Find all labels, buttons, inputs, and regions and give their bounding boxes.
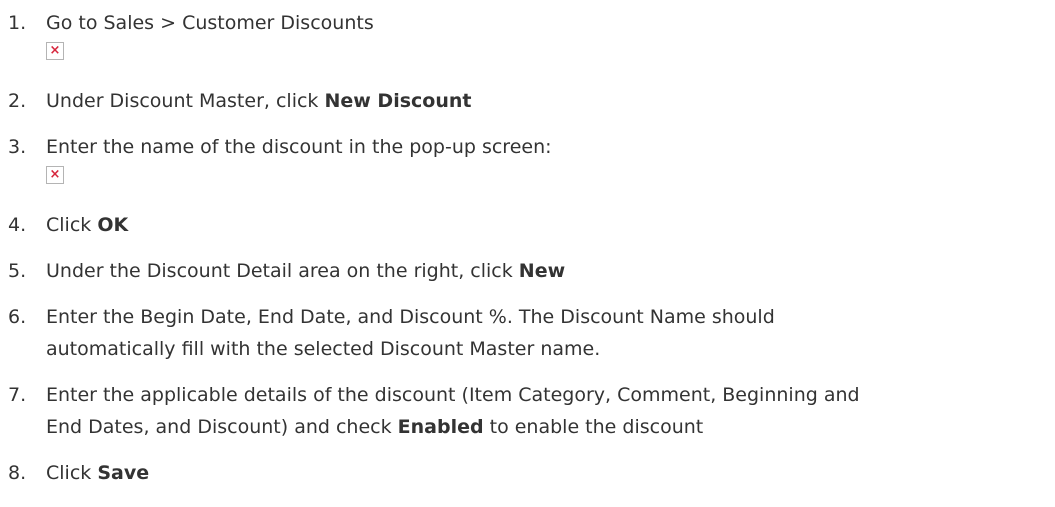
step-bold-text: Save [97,462,150,484]
step-text: to enable the discount [483,416,704,438]
step-number: 2. [8,90,27,112]
broken-image-icon: × [46,166,64,184]
step-number: 7. [8,384,27,406]
step-text: Enter the name of the discount in the po… [46,136,552,158]
step-text: End Dates, and Discount) and check [46,416,398,438]
step-text-line-2: automatically fill with the selected Dis… [46,338,601,360]
step-2: 2. Under Discount Master, click New Disc… [0,85,471,117]
step-5: 5. Under the Discount Detail area on the… [0,255,565,287]
step-8: 8. Click Save [0,457,149,489]
step-text: Under the Discount Detail area on the ri… [46,260,519,282]
step-bold-text: OK [97,214,129,236]
step-1: 1. Go to Sales > Customer Discounts × [0,7,374,71]
step-text: Go to Sales > Customer Discounts [46,12,374,34]
step-number: 4. [8,214,27,236]
step-4: 4. Click OK [0,209,128,241]
step-text: Under Discount Master, click [46,90,325,112]
step-number: 1. [8,12,27,34]
broken-image-icon: × [46,42,64,60]
step-text: Click [46,462,98,484]
step-3: 3. Enter the name of the discount in the… [0,131,552,195]
step-number: 8. [8,462,27,484]
step-text-line-1: Enter the Begin Date, End Date, and Disc… [46,306,775,328]
step-bold-text: Enabled [397,416,484,438]
step-number: 5. [8,260,27,282]
step-number: 6. [8,306,27,328]
step-7: 7. Enter the applicable details of the d… [0,379,860,443]
step-text: Click [46,214,98,236]
step-text-line-1: Enter the applicable details of the disc… [46,384,860,406]
step-bold-text: New Discount [324,90,472,112]
step-bold-text: New [518,260,566,282]
step-number: 3. [8,136,27,158]
step-6: 6. Enter the Begin Date, End Date, and D… [0,301,775,365]
